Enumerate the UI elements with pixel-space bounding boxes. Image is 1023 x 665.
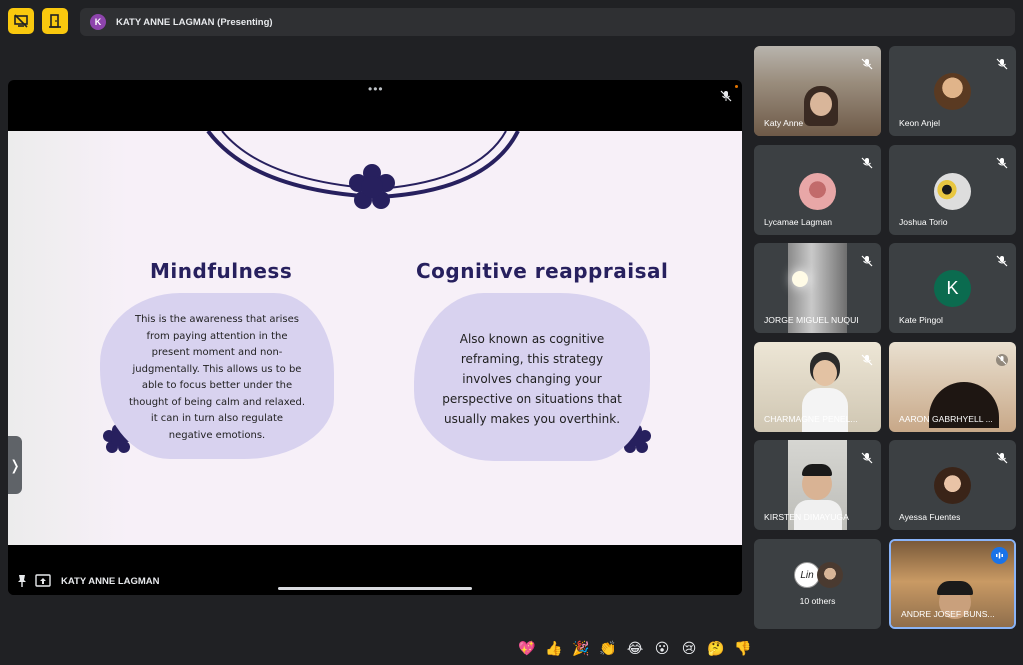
scroll-handle[interactable] xyxy=(278,587,472,590)
participant-tile[interactable]: Keon Anjel xyxy=(889,46,1016,136)
presentation-stage: ••• Mindfulness This is the awareness th… xyxy=(8,80,742,595)
participant-name: Joshua Torio xyxy=(899,217,948,227)
participant-name: Keon Anjel xyxy=(899,118,941,128)
present-off-icon xyxy=(14,14,28,28)
participant-tile[interactable]: Ayessa Fuentes xyxy=(889,440,1016,530)
door-icon xyxy=(49,14,61,28)
face xyxy=(810,92,832,116)
participant-name: JORGE MIGUEL NUQUI xyxy=(764,315,859,325)
avatar xyxy=(934,173,971,210)
participant-name: Ayessa Fuentes xyxy=(899,512,961,522)
reaction-thinking[interactable]: 🤔 xyxy=(705,637,727,661)
cognitive-text: Also known as cognitive reframing, this … xyxy=(442,332,622,426)
participant-tile[interactable]: JORGE MIGUEL NUQUI xyxy=(754,243,881,333)
participant-tile[interactable]: AARON GABRHYELL ... xyxy=(889,342,1016,432)
mic-off-icon xyxy=(996,255,1008,267)
light xyxy=(792,271,808,287)
others-count: 10 others xyxy=(799,596,836,606)
mic-off-icon xyxy=(861,255,873,267)
participant-tile[interactable]: Lycamae Lagman xyxy=(754,145,881,235)
avatar xyxy=(817,562,843,588)
others-tile[interactable]: Lin 10 others xyxy=(754,539,881,629)
mic-off-icon xyxy=(996,452,1008,464)
mindfulness-text: This is the awareness that arises from p… xyxy=(128,314,305,441)
mic-off-icon xyxy=(861,157,873,169)
more-options-icon[interactable]: ••• xyxy=(368,82,384,96)
status-dot xyxy=(735,85,738,88)
mic-off-icon xyxy=(996,354,1008,366)
mic-off-icon xyxy=(861,58,873,70)
participant-tile[interactable]: K Kate Pingol xyxy=(889,243,1016,333)
participant-tile[interactable]: KIRSTEN DIMAYUGA xyxy=(754,440,881,530)
reaction-bar: 💖 👍 🎉 👏 😂 😮 😢 🤔 👎 xyxy=(516,637,754,663)
heading-mindfulness: Mindfulness xyxy=(150,259,293,283)
participant-name: KIRSTEN DIMAYUGA xyxy=(764,512,849,522)
avatar xyxy=(934,467,971,504)
participant-tile[interactable]: Joshua Torio xyxy=(889,145,1016,235)
shirt xyxy=(802,388,848,432)
reaction-party[interactable]: 🎉 xyxy=(570,637,592,661)
participant-name: ANDRE JOSEF BUNS... xyxy=(901,609,995,619)
avatar xyxy=(934,73,971,110)
reaction-thumbs-down[interactable]: 👎 xyxy=(732,637,754,661)
mic-off-icon xyxy=(861,452,873,464)
presenter-footer-name: KATY ANNE LAGMAN xyxy=(61,576,160,587)
mic-off-icon xyxy=(996,58,1008,70)
speaking-indicator xyxy=(991,547,1008,564)
participant-name: Lycamae Lagman xyxy=(764,217,832,227)
present-icon xyxy=(35,574,51,587)
presenter-bar: K KATY ANNE LAGMAN (Presenting) xyxy=(80,8,1015,36)
participant-tile[interactable]: CHARMAGNE PENEL... xyxy=(754,342,881,432)
mic-off-icon xyxy=(720,90,732,102)
face xyxy=(813,360,837,386)
chevron-right-icon: ❭ xyxy=(9,456,21,473)
pin-icon[interactable] xyxy=(16,574,28,588)
reaction-surprised[interactable]: 😮 xyxy=(651,637,673,661)
participant-name: AARON GABRHYELL ... xyxy=(899,414,993,424)
heading-cognitive-reappraisal: Cognitive reappraisal xyxy=(416,259,669,283)
presenter-label: KATY ANNE LAGMAN (Presenting) xyxy=(116,16,273,28)
avatar: K xyxy=(934,270,971,307)
avatar xyxy=(799,173,836,210)
reaction-laugh[interactable]: 😂 xyxy=(624,637,646,661)
participant-name: Kate Pingol xyxy=(899,315,943,325)
mic-off-icon xyxy=(861,354,873,366)
hair xyxy=(937,581,973,595)
stop-presenting-button[interactable] xyxy=(8,8,34,34)
participant-name: CHARMAGNE PENEL... xyxy=(764,414,858,424)
presenter-avatar: K xyxy=(90,14,106,30)
exit-button[interactable] xyxy=(42,8,68,34)
slide: Mindfulness This is the awareness that a… xyxy=(8,131,742,545)
mic-off-icon xyxy=(996,157,1008,169)
audio-wave-icon xyxy=(996,552,1003,559)
participant-tile-self[interactable]: ANDRE JOSEF BUNS... xyxy=(889,539,1016,629)
reaction-thumbs-up[interactable]: 👍 xyxy=(543,637,565,661)
reaction-clap[interactable]: 👏 xyxy=(597,637,619,661)
hair xyxy=(802,464,832,476)
participant-name: Katy Anne xyxy=(764,118,804,128)
participant-tile[interactable]: Katy Anne xyxy=(754,46,881,136)
reaction-heart[interactable]: 💖 xyxy=(516,637,538,661)
expand-panel-button[interactable]: ❭ xyxy=(8,436,22,494)
reaction-sad[interactable]: 😢 xyxy=(678,637,700,661)
